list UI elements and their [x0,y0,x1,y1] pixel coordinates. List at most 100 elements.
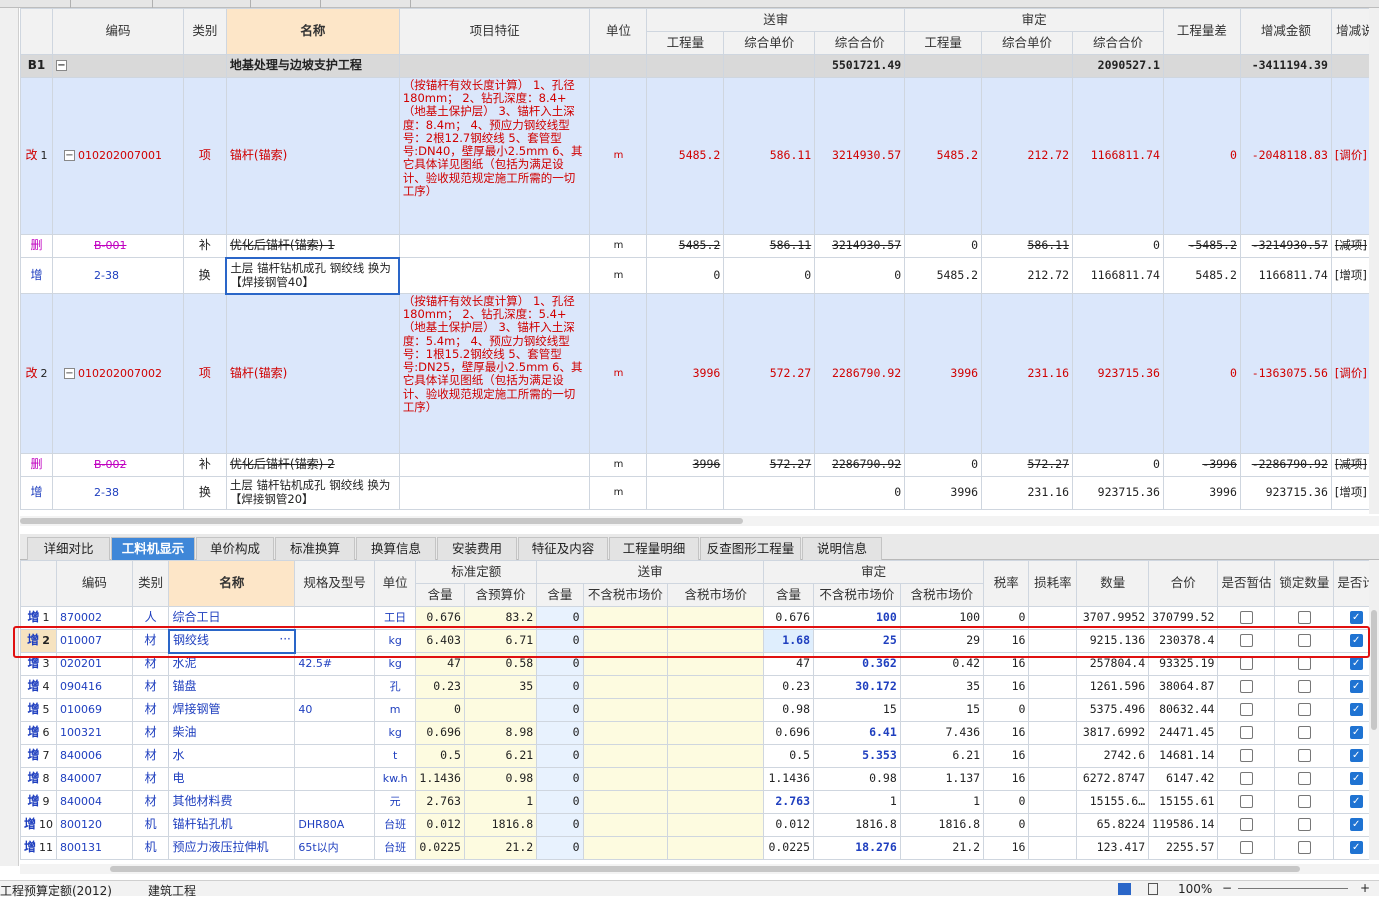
lmm-approve-inmkt[interactable]: 15 [899,698,985,722]
lmm-lock-cell[interactable] [1274,675,1335,699]
row-sp[interactable]: 586.11 [723,234,816,258]
lmm-code[interactable]: 100321 [56,721,133,745]
lmm-temp-cell[interactable] [1217,652,1276,676]
row-code-cell[interactable]: −010202007001 [51,77,184,235]
lmm-approve-inmkt[interactable]: 35 [899,675,985,699]
lmm-temp-checkbox[interactable] [1239,818,1253,832]
upper-horizontal-scrollbar[interactable] [20,516,1379,526]
row-name[interactable]: 土层 锚杆钻机成孔 钢绞线 换为【焊接钢管40】 [225,256,401,295]
row-st[interactable]: 3214930.57 [814,77,906,235]
lmm-lock-cell[interactable] [1274,606,1335,630]
zoom-in-icon[interactable]: + [1360,881,1370,895]
row-qd[interactable]: 3996 [1162,476,1241,510]
lmm-tax[interactable]: 0 [983,698,1030,722]
page-icon[interactable] [1148,883,1158,895]
lmm-loss[interactable] [1028,629,1078,653]
lmm-name[interactable]: 柴油 [168,721,296,745]
lmm-approve-exmkt[interactable]: 0.362 [813,652,901,676]
lmm-code[interactable]: 840007 [56,767,133,791]
lmm-temp-cell[interactable] [1217,767,1276,791]
lmm-send-content[interactable]: 0 [536,836,584,860]
lmm-approve-inmkt[interactable]: 0.42 [899,652,985,676]
row-ad[interactable]: 1166811.74 [1239,257,1332,294]
collapse-icon[interactable]: − [55,60,67,72]
section-collapse[interactable]: − [51,54,184,78]
bill-row[interactable]: 改 1−010202007001 项锚杆(锚索) （按锚杆有效长度计算） 1、孔径18… [20,77,1379,235]
lmm-send-exmkt[interactable] [582,698,669,722]
lmm-row[interactable]: 增 2 010007 材钢绞线 ··· kg 6.403 6.71 0 1.68 25 29 16 921… [20,628,1379,654]
lmm-send-inmkt[interactable] [667,698,765,722]
lmm-approve-content[interactable]: 0.5 [763,744,814,768]
lmm-row[interactable]: 增 5 010069 材焊接钢管 40 m 0 0 0.98 15 15 0 5375.496 80632… [20,698,1379,722]
lcol-loss[interactable]: 损耗率 [1028,560,1078,607]
lmm-row[interactable]: 增 7 840006 材水 t 0.5 6.21 0 0.5 5.353 6.21 16 2742.6 1… [20,744,1379,768]
lmm-std-budget[interactable]: 35 [463,675,538,699]
lmm-send-content[interactable]: 0 [536,698,584,722]
lmm-approve-inmkt[interactable]: 100 [899,606,985,630]
row-name[interactable]: 锚杆(锚索) [225,293,400,454]
tab-8[interactable]: 反查图形工程量 [700,537,801,560]
row-sp[interactable] [723,476,816,510]
row-at[interactable]: 1166811.74 [1072,257,1164,294]
lmm-loss[interactable] [1028,698,1078,722]
row-st[interactable]: 0 [814,257,906,294]
lmm-tax[interactable]: 16 [983,836,1030,860]
row-qd[interactable]: 0 [1162,77,1241,235]
status-quota[interactable]: 工程预算定额(2012) [0,882,112,899]
lmm-spec[interactable]: 42.5# [294,652,375,676]
lmm-lock-checkbox[interactable] [1297,680,1311,694]
lmm-tax[interactable]: 0 [983,813,1030,837]
lmm-spec[interactable] [294,721,375,745]
lmm-row[interactable]: 增 8 840007 材电 kw.h 1.1436 0.98 0 1.1436 0.98 1.137… [20,767,1379,791]
row-aq[interactable]: 5485.2 [904,257,983,294]
tab-4[interactable]: 换算信息 [356,537,436,560]
lmm-std-content[interactable]: 0 [415,698,465,722]
lmm-std-budget[interactable]: 6.71 [463,629,538,653]
row-aq[interactable]: 3996 [904,476,983,510]
lmm-name[interactable]: 锚杆钻孔机 [168,813,296,837]
lmm-temp-cell[interactable] [1217,675,1276,699]
lmm-loss[interactable] [1028,767,1078,791]
lmm-calc-checkbox[interactable]: ✓ [1349,841,1363,855]
lmm-calc-checkbox[interactable]: ✓ [1349,726,1363,740]
row-ad[interactable]: -2286790.92 [1239,453,1332,477]
lmm-std-budget[interactable]: 0.98 [463,767,538,791]
lmm-approve-exmkt[interactable]: 5.353 [813,744,901,768]
lmm-row[interactable]: 增 9 840004 材其他材料费元 2.763 1 0 2.763 1 1 0 15155.6… 15… [20,790,1379,814]
row-at[interactable]: 923715.36 [1072,293,1164,454]
lmm-send-inmkt[interactable] [667,790,765,814]
row-sq[interactable]: 5485.2 [646,77,725,235]
lmm-approve-exmkt[interactable]: 30.172 [813,675,901,699]
row-st[interactable]: 3214930.57 [814,234,906,258]
lmm-code[interactable]: 020201 [56,652,133,676]
lmm-name[interactable]: 电 [168,767,296,791]
row-st[interactable]: 0 [814,476,906,510]
row-st[interactable]: 2286790.92 [814,293,906,454]
row-aq[interactable]: 5485.2 [904,77,983,235]
lcol-total[interactable]: 合价 [1148,560,1219,607]
lmm-tax[interactable]: 16 [983,675,1030,699]
bill-row[interactable]: 删 B-001 补优化后锚杆(锚索) 1 m 5485.2 586.11 3214930.5… [20,234,1379,258]
lcol-std-content[interactable]: 含量 [415,583,465,607]
lmm-lock-checkbox[interactable] [1297,726,1311,740]
lmm-spec[interactable]: 40 [294,698,375,722]
row-ap[interactable]: 231.16 [981,476,1074,510]
lmm-temp-cell[interactable] [1217,698,1276,722]
col-type[interactable]: 类别 [182,8,227,55]
lmm-name[interactable]: 钢绞线 ··· [167,628,296,654]
tab-2[interactable]: 单价构成 [196,537,274,560]
lmm-send-exmkt[interactable] [582,767,669,791]
row-code-cell[interactable]: 2-38 [51,476,184,510]
lmm-std-budget[interactable]: 6.21 [463,744,538,768]
row-at[interactable]: 0 [1072,234,1164,258]
lmm-row[interactable]: 增 4 090416 材锚盘孔 0.23 35 0 0.23 30.172 35 16 1261.59… [20,675,1379,699]
col-amount-diff[interactable]: 增减金额 [1239,8,1332,55]
lmm-name[interactable]: 焊接钢管 [168,698,296,722]
lmm-send-exmkt[interactable] [582,721,669,745]
lmm-send-inmkt[interactable] [667,836,765,860]
lmm-lock-cell[interactable] [1274,767,1335,791]
row-st[interactable]: 2286790.92 [814,453,906,477]
lmm-code[interactable]: 800131 [56,836,133,860]
row-ad[interactable]: 923715.36 [1239,476,1332,510]
lmm-name[interactable]: 水 [168,744,296,768]
